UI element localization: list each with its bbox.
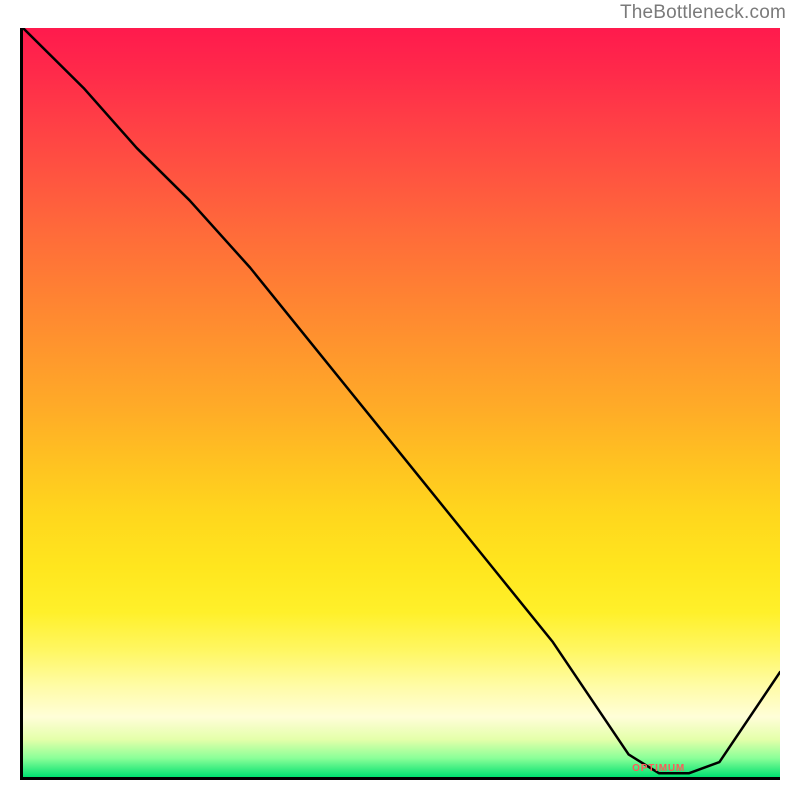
chart-plot-area: OPTIMUM [20,28,780,780]
optimum-marker-label: OPTIMUM [632,763,685,774]
attribution-text: TheBottleneck.com [620,2,786,24]
chart-gradient-background [23,28,780,777]
